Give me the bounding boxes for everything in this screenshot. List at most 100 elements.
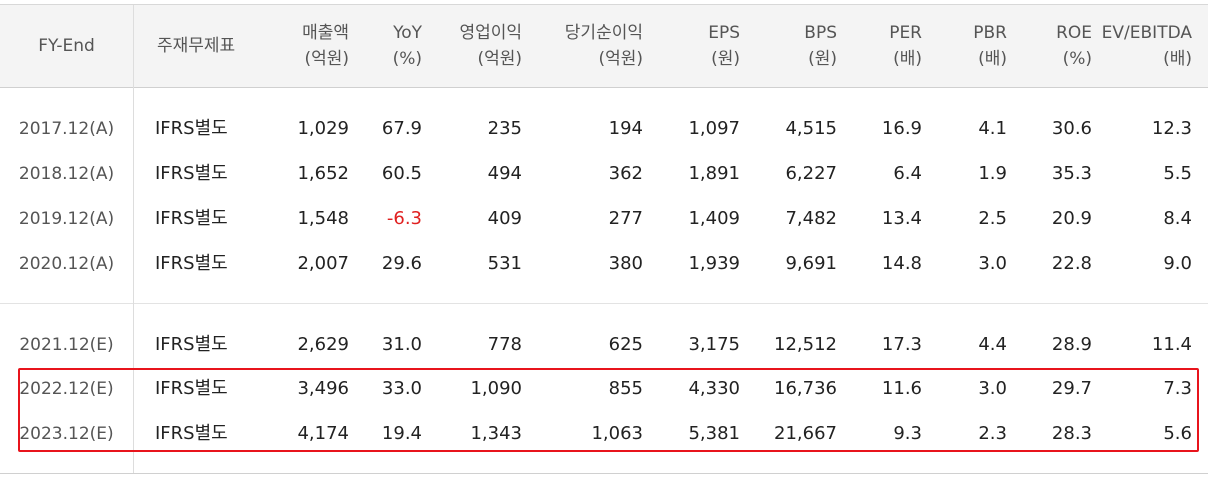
- per-cell: 16.9: [881, 118, 922, 139]
- statement-cell: IFRS별도: [155, 208, 228, 229]
- header-operating-profit: 영업이익 (억원): [459, 20, 522, 72]
- bps-cell: 12,512: [774, 334, 837, 355]
- header-roe: ROE (%): [1056, 20, 1092, 72]
- operating-profit-cell: 235: [487, 118, 522, 139]
- operating-profit-cell: 494: [487, 163, 522, 184]
- pbr-cell: 1.9: [978, 163, 1007, 184]
- fy-end-cell: 2018.12(A): [18, 164, 115, 184]
- header-unit: (원): [808, 49, 837, 69]
- header-per: PER (배): [889, 20, 922, 72]
- header-main-statement: 주재무제표: [157, 36, 236, 56]
- ev-ebitda-cell: 9.0: [1163, 253, 1192, 274]
- header-label: EPS: [708, 23, 740, 43]
- bps-cell: 9,691: [785, 253, 837, 274]
- net-income-cell: 380: [608, 253, 643, 274]
- net-income-cell: 362: [608, 163, 643, 184]
- eps-cell: 1,097: [688, 118, 740, 139]
- header-revenue: 매출액 (억원): [302, 20, 349, 72]
- ev-ebitda-cell: 8.4: [1163, 208, 1192, 229]
- per-cell: 17.3: [881, 334, 922, 355]
- roe-cell: 22.8: [1051, 253, 1092, 274]
- pbr-cell: 2.5: [978, 208, 1007, 229]
- statement-cell: IFRS별도: [155, 334, 228, 355]
- table-row: 2020.12(A) IFRS별도 2,007 29.6 531 380 1,9…: [0, 249, 1208, 279]
- revenue-cell: 1,548: [297, 208, 349, 229]
- bps-cell: 7,482: [785, 208, 837, 229]
- revenue-cell: 2,007: [297, 253, 349, 274]
- fy-end-cell: 2017.12(A): [18, 119, 115, 139]
- yoy-cell: 29.6: [381, 253, 422, 274]
- eps-cell: 1,891: [688, 163, 740, 184]
- roe-cell: 30.6: [1051, 118, 1092, 139]
- pbr-cell: 4.4: [978, 334, 1007, 355]
- net-income-cell: 625: [608, 334, 643, 355]
- header-label: BPS: [804, 23, 837, 43]
- header-unit: (억원): [598, 49, 643, 69]
- revenue-cell: 2,629: [297, 334, 349, 355]
- table-row: 2019.12(A) IFRS별도 1,548 -6.3 409 277 1,4…: [0, 204, 1208, 234]
- operating-profit-cell: 778: [487, 334, 522, 355]
- header-fy-end: FY-End: [38, 36, 95, 56]
- bps-cell: 4,515: [785, 118, 837, 139]
- statement-cell: IFRS별도: [155, 253, 228, 274]
- pbr-cell: 3.0: [978, 253, 1007, 274]
- header-unit: (원): [711, 49, 740, 69]
- per-cell: 13.4: [881, 208, 922, 229]
- highlight-box: [18, 368, 1199, 452]
- header-unit: (억원): [304, 49, 349, 69]
- eps-cell: 1,409: [688, 208, 740, 229]
- eps-cell: 1,939: [688, 253, 740, 274]
- ev-ebitda-cell: 12.3: [1151, 118, 1192, 139]
- table-bottom-border: [0, 473, 1208, 474]
- header-unit: (배): [1163, 49, 1192, 69]
- yoy-cell: 31.0: [381, 334, 422, 355]
- header-unit: (배): [893, 49, 922, 69]
- eps-cell: 3,175: [688, 334, 740, 355]
- header-unit: (억원): [477, 49, 522, 69]
- header-yoy: YoY (%): [393, 20, 422, 72]
- header-label: 매출액: [302, 23, 349, 43]
- statement-cell: IFRS별도: [155, 118, 228, 139]
- header-eps: EPS (원): [708, 20, 740, 72]
- table-row: 2017.12(A) IFRS별도 1,029 67.9 235 194 1,0…: [0, 114, 1208, 144]
- header-label: ROE: [1056, 23, 1092, 43]
- header-ev-ebitda: EV/EBITDA (배): [1102, 20, 1192, 72]
- roe-cell: 20.9: [1051, 208, 1092, 229]
- per-cell: 6.4: [893, 163, 922, 184]
- revenue-cell: 1,029: [297, 118, 349, 139]
- header-label: PBR: [973, 23, 1007, 43]
- ev-ebitda-cell: 11.4: [1151, 334, 1192, 355]
- header-unit: (%): [392, 49, 422, 69]
- yoy-cell: 60.5: [381, 163, 422, 184]
- fy-end-cell: 2021.12(E): [19, 335, 114, 355]
- yoy-cell: 67.9: [381, 118, 422, 139]
- bps-cell: 6,227: [785, 163, 837, 184]
- per-cell: 14.8: [881, 253, 922, 274]
- roe-cell: 35.3: [1051, 163, 1092, 184]
- header-net-income: 당기순이익 (억원): [565, 20, 643, 72]
- header-label: YoY: [393, 23, 422, 43]
- revenue-cell: 1,652: [297, 163, 349, 184]
- net-income-cell: 194: [608, 118, 643, 139]
- header-label: PER: [889, 23, 922, 43]
- operating-profit-cell: 531: [487, 253, 522, 274]
- fy-end-cell: 2019.12(A): [18, 209, 115, 229]
- header-bps: BPS (원): [804, 20, 837, 72]
- header-pbr: PBR (배): [973, 20, 1007, 72]
- ev-ebitda-cell: 5.5: [1163, 163, 1192, 184]
- roe-cell: 28.9: [1051, 334, 1092, 355]
- header-label: 영업이익: [459, 23, 522, 43]
- table-row: 2018.12(A) IFRS별도 1,652 60.5 494 362 1,8…: [0, 159, 1208, 189]
- yoy-cell-negative: -6.3: [386, 208, 422, 229]
- actual-estimate-divider: [0, 303, 1208, 304]
- pbr-cell: 4.1: [978, 118, 1007, 139]
- header-label: EV/EBITDA: [1101, 23, 1192, 43]
- header-label: 당기순이익: [564, 23, 643, 43]
- net-income-cell: 277: [608, 208, 643, 229]
- header-unit: (%): [1062, 49, 1092, 69]
- statement-cell: IFRS별도: [155, 163, 228, 184]
- table-row: 2021.12(E) IFRS별도 2,629 31.0 778 625 3,1…: [0, 330, 1208, 360]
- operating-profit-cell: 409: [487, 208, 522, 229]
- header-divider: [0, 87, 1208, 88]
- fy-end-cell: 2020.12(A): [18, 254, 115, 274]
